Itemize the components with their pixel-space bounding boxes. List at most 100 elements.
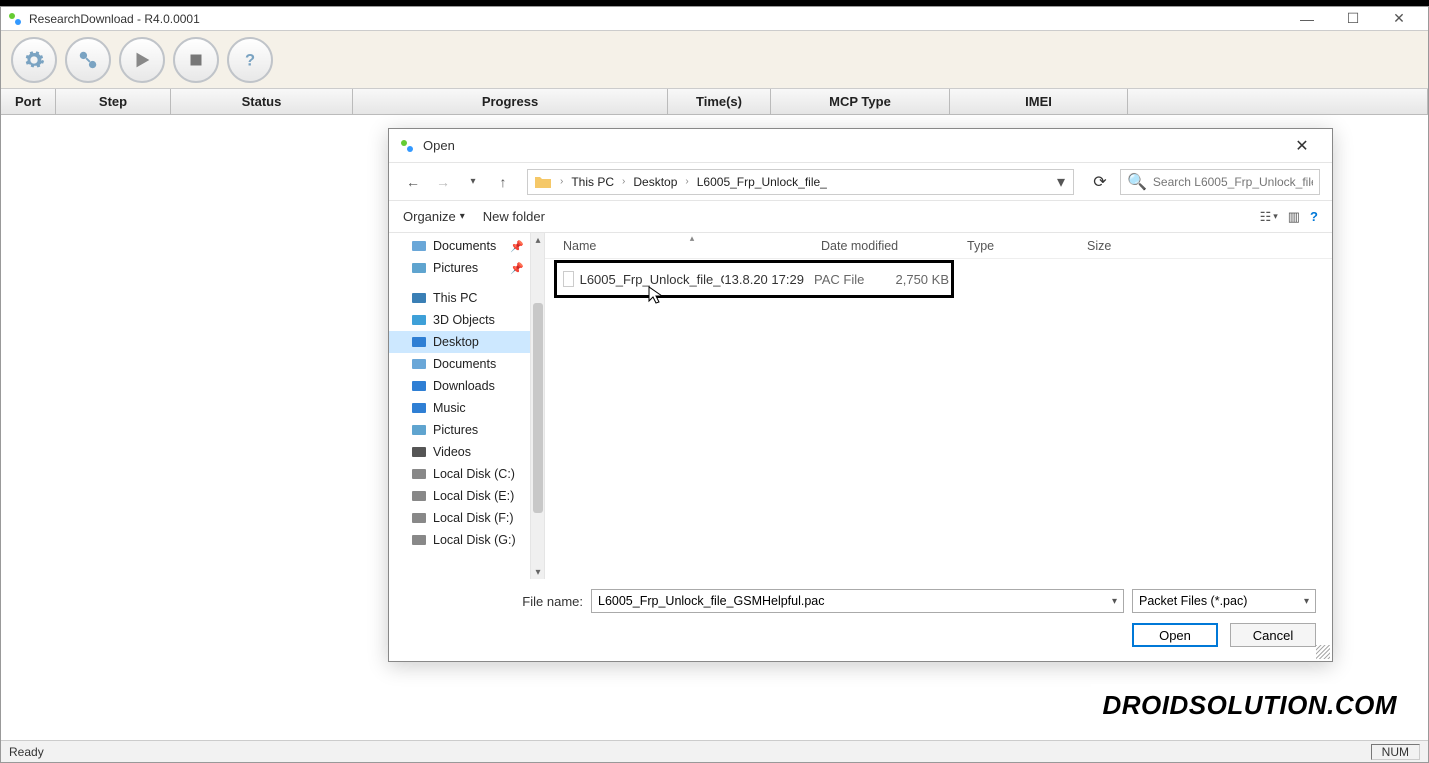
tree-scrollbar[interactable]: ▴ ▾ (531, 233, 545, 579)
file-date: 13.8.20 17:29 (724, 272, 814, 287)
tree-item-icon (411, 488, 427, 504)
col-mcp[interactable]: MCP Type (771, 89, 950, 114)
status-bar: Ready NUM (1, 740, 1428, 762)
pin-icon: 📌 (510, 262, 524, 275)
tree-item-pictures[interactable]: Pictures📌 (389, 257, 530, 279)
crumb-this-pc[interactable]: This PC (567, 173, 618, 191)
dialog-body: Documents📌Pictures📌This PC3D ObjectsDesk… (389, 233, 1332, 579)
tree-item-music[interactable]: Music (389, 397, 530, 419)
resize-grip[interactable] (1316, 645, 1330, 659)
play-icon (131, 49, 153, 71)
col-name[interactable]: Name▴ (563, 239, 821, 253)
tree-item-label: Documents (433, 357, 496, 371)
settings-link-button[interactable] (65, 37, 111, 83)
breadcrumb-bar[interactable]: › This PC › Desktop › L6005_Frp_Unlock_f… (527, 169, 1074, 195)
crumb-folder[interactable]: L6005_Frp_Unlock_file_ (693, 173, 831, 191)
status-num: NUM (1371, 744, 1420, 760)
arrow-right-icon: → (436, 174, 450, 190)
minimize-button[interactable]: — (1284, 7, 1330, 31)
col-step[interactable]: Step (56, 89, 171, 114)
file-row[interactable]: L6005_Frp_Unlock_file_GADGETSDR.pac 13.8… (559, 265, 949, 293)
help-button[interactable]: ? (227, 37, 273, 83)
col-size[interactable]: Size (1087, 239, 1187, 253)
tree-item-documents[interactable]: Documents📌 (389, 235, 530, 257)
col-status[interactable]: Status (171, 89, 353, 114)
chevron-down-icon: ▾ (460, 211, 465, 222)
tree-item-label: 3D Objects (433, 313, 495, 327)
organize-button[interactable]: Organize ▾ (403, 209, 465, 224)
watermark: DROIDSOLUTION.COM (1091, 684, 1410, 727)
tree-item-videos[interactable]: Videos (389, 441, 530, 463)
file-icon (563, 271, 574, 287)
breadcrumb-dropdown[interactable]: ▾ (1051, 172, 1071, 192)
folder-icon (534, 173, 552, 191)
chevron-right-icon: › (620, 176, 627, 187)
tree-item-icon (411, 532, 427, 548)
search-input[interactable] (1153, 175, 1313, 189)
tree-item-downloads[interactable]: Downloads (389, 375, 530, 397)
file-columns: Name▴ Date modified Type Size (545, 233, 1332, 259)
close-button[interactable]: ✕ (1376, 7, 1422, 31)
gear-link-icon (77, 49, 99, 71)
file-name-value: L6005_Frp_Unlock_file_GSMHelpful.pac (598, 594, 825, 608)
tree-item-local-disk-f-[interactable]: Local Disk (F:) (389, 507, 530, 529)
scroll-up-arrow[interactable]: ▴ (531, 233, 545, 247)
col-progress[interactable]: Progress (353, 89, 668, 114)
preview-pane-button[interactable]: ▥ (1288, 209, 1300, 225)
recent-dropdown[interactable]: ▾ (461, 170, 485, 194)
sort-indicator-icon: ▴ (690, 233, 695, 244)
scroll-down-arrow[interactable]: ▾ (531, 565, 545, 579)
tree-item-label: Documents (433, 239, 496, 253)
search-icon: 🔍 (1127, 172, 1147, 192)
file-type-value: Packet Files (*.pac) (1139, 594, 1247, 608)
settings-button[interactable] (11, 37, 57, 83)
nav-tree[interactable]: Documents📌Pictures📌This PC3D ObjectsDesk… (389, 233, 531, 579)
file-list[interactable]: L6005_Frp_Unlock_file_GADGETSDR.pac 13.8… (545, 259, 1332, 579)
dialog-close-button[interactable]: ✕ (1282, 129, 1322, 163)
tree-item-this-pc[interactable]: This PC (389, 287, 530, 309)
tree-item-local-disk-e-[interactable]: Local Disk (E:) (389, 485, 530, 507)
crumb-desktop[interactable]: Desktop (629, 173, 681, 191)
tree-item-3d-objects[interactable]: 3D Objects (389, 309, 530, 331)
cancel-button[interactable]: Cancel (1230, 623, 1316, 647)
col-date[interactable]: Date modified (821, 239, 967, 253)
new-folder-button[interactable]: New folder (483, 209, 545, 224)
up-button[interactable]: ↑ (491, 170, 515, 194)
maximize-button[interactable]: ☐ (1330, 7, 1376, 31)
stop-button[interactable] (173, 37, 219, 83)
tree-item-label: Videos (433, 445, 471, 459)
refresh-button[interactable]: ⟳ (1086, 169, 1114, 195)
file-area: Name▴ Date modified Type Size L6005_Frp_… (545, 233, 1332, 579)
tree-item-pictures[interactable]: Pictures (389, 419, 530, 441)
dialog-nav: ← → ▾ ↑ › This PC › Desktop › L6005_Frp_… (389, 163, 1332, 201)
grid-header: Port Step Status Progress Time(s) MCP Ty… (1, 89, 1428, 115)
dialog-toolbar: Organize ▾ New folder ☷ ▾ ▥ ? (389, 201, 1332, 233)
app-title: ResearchDownload - R4.0.0001 (29, 12, 1284, 26)
tree-item-local-disk-g-[interactable]: Local Disk (G:) (389, 529, 530, 551)
file-type-select[interactable]: Packet Files (*.pac) ▾ (1132, 589, 1316, 613)
search-box[interactable]: 🔍 (1120, 169, 1320, 195)
file-name-input[interactable]: L6005_Frp_Unlock_file_GSMHelpful.pac ▾ (591, 589, 1124, 613)
start-button[interactable] (119, 37, 165, 83)
col-imei[interactable]: IMEI (950, 89, 1128, 114)
help-icon-button[interactable]: ? (1310, 209, 1318, 224)
dialog-footer: File name: L6005_Frp_Unlock_file_GSMHelp… (389, 579, 1332, 661)
chevron-down-icon[interactable]: ▾ (1112, 596, 1117, 607)
arrow-up-icon: ↑ (500, 174, 507, 190)
col-type[interactable]: Type (967, 239, 1087, 253)
chevron-down-icon[interactable]: ▾ (1304, 596, 1309, 607)
tree-item-label: This PC (433, 291, 477, 305)
tree-item-documents[interactable]: Documents (389, 353, 530, 375)
col-time[interactable]: Time(s) (668, 89, 771, 114)
open-button[interactable]: Open (1132, 623, 1218, 647)
scroll-thumb[interactable] (533, 303, 543, 513)
tree-item-desktop[interactable]: Desktop (389, 331, 530, 353)
tree-item-icon (411, 510, 427, 526)
file-name: L6005_Frp_Unlock_file_GADGETSDR.pac (580, 272, 725, 287)
col-port[interactable]: Port (1, 89, 56, 114)
open-dialog: Open ✕ ← → ▾ ↑ › This PC › Desktop › L60… (388, 128, 1333, 662)
tree-item-local-disk-c-[interactable]: Local Disk (C:) (389, 463, 530, 485)
view-button[interactable]: ☷ ▾ (1260, 209, 1278, 225)
back-button[interactable]: ← (401, 170, 425, 194)
forward-button[interactable]: → (431, 170, 455, 194)
